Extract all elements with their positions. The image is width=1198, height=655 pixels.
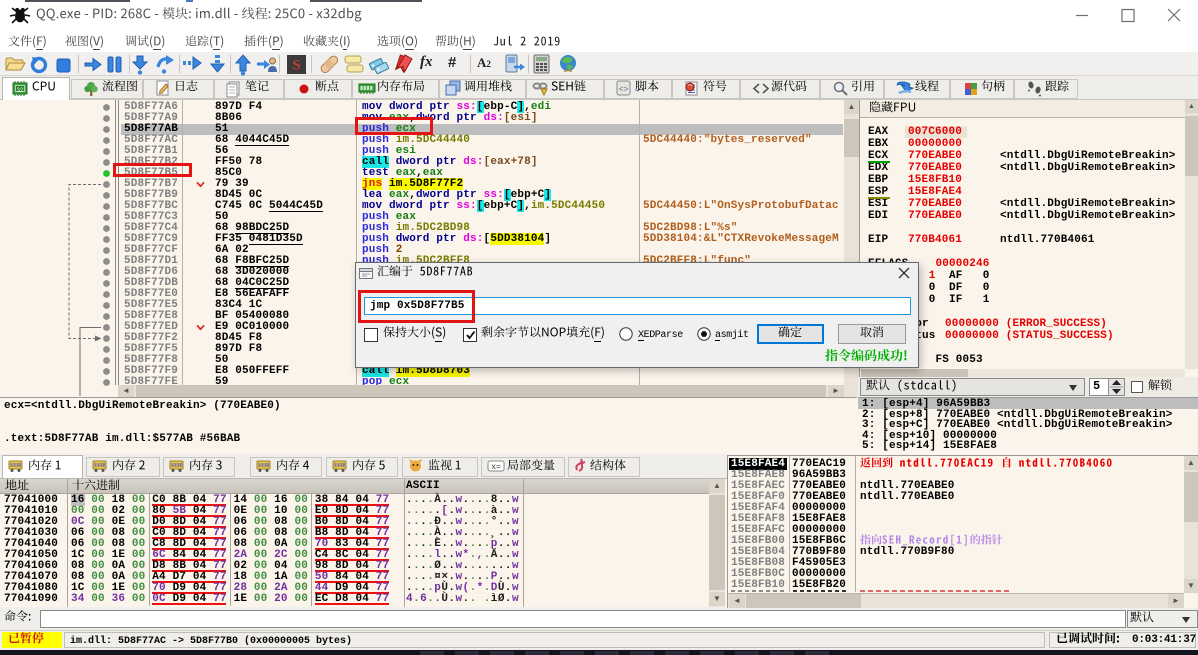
- svg-text:x=: x=: [491, 463, 501, 472]
